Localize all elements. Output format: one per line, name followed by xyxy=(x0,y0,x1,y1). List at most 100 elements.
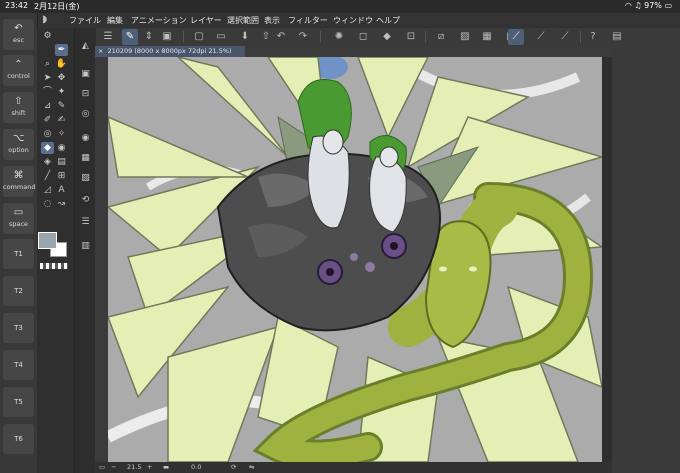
grid-icon[interactable]: ▦ xyxy=(79,152,92,164)
ruler-icon[interactable]: ◿ xyxy=(41,184,54,196)
frame-icon[interactable]: ⊞ xyxy=(55,170,68,182)
pen-icon[interactable]: ✎ xyxy=(55,100,68,112)
menu-layer[interactable]: レイヤー xyxy=(190,15,222,26)
battery-icon: ▭ xyxy=(664,1,672,10)
t5-key[interactable]: T5 xyxy=(3,387,34,417)
correct-line-icon[interactable]: ↝ xyxy=(55,198,68,210)
stack-icon[interactable]: ☰ xyxy=(79,216,92,228)
crop-icon[interactable]: ▦ xyxy=(479,29,495,45)
angle-value[interactable]: 0.0 xyxy=(191,462,201,473)
blend-icon[interactable]: ◉ xyxy=(55,142,68,154)
clear-icon[interactable]: ◻ xyxy=(355,29,371,45)
text-tool-icon[interactable]: A xyxy=(55,184,68,196)
command-icon: ⌘ xyxy=(13,170,24,181)
navigator-icon[interactable]: ▭ xyxy=(99,462,105,473)
menu-help[interactable]: ヘルプ xyxy=(376,15,400,26)
figure-icon[interactable]: ╱ xyxy=(41,170,54,182)
save-icon[interactable]: ⬇ xyxy=(237,29,253,45)
special-ruler-icon[interactable]: ⟋ xyxy=(533,29,549,45)
hand-tool-icon[interactable]: ✋ xyxy=(55,58,68,70)
t1-key[interactable]: T1 xyxy=(3,239,34,269)
menu-file[interactable]: ファイル xyxy=(69,15,101,26)
zoom-tool-icon[interactable]: ⌕ xyxy=(41,58,54,70)
invert-selection-icon[interactable]: ▨ xyxy=(457,29,473,45)
option-key[interactable]: ⌥ option xyxy=(3,129,34,160)
fill-tool-icon[interactable]: ◈ xyxy=(41,156,54,168)
sub-tool-column: ◭ ▣ ⊟ ◎ ◉ ▦ ▧ ⟲ ☰ ▥ xyxy=(74,28,96,473)
control-icon: ⌃ xyxy=(14,59,23,70)
fill-bucket-icon[interactable]: ◭ xyxy=(79,40,92,52)
balloon-icon[interactable]: ◌ xyxy=(41,198,54,210)
eraser-icon[interactable]: ◆ xyxy=(41,142,54,154)
layer-icon[interactable]: ▣ xyxy=(79,68,92,80)
undo-icon[interactable]: ↶ xyxy=(273,29,289,45)
palette-icon[interactable]: ▧ xyxy=(79,172,92,184)
menu-icon[interactable]: ☰ xyxy=(100,29,116,45)
magic-wand-icon[interactable]: ✦ xyxy=(55,86,68,98)
status-indicators: ◠ ♫ 97% ▭ xyxy=(625,1,672,10)
lock-icon[interactable]: ⊟ xyxy=(79,88,92,100)
app-logo-icon[interactable]: ◗ xyxy=(42,14,58,26)
space-icon: ▭ xyxy=(13,207,24,218)
decoration-icon[interactable]: ✧ xyxy=(55,128,68,140)
close-icon[interactable]: × xyxy=(98,47,103,55)
vertical-scrollbar[interactable] xyxy=(602,57,612,462)
t6-key[interactable]: T6 xyxy=(3,424,34,454)
menu-selection[interactable]: 選択範囲 xyxy=(227,15,259,26)
menu-edit[interactable]: 編集 xyxy=(107,15,123,26)
settings-icon[interactable]: ⚙ xyxy=(41,30,54,42)
record-icon[interactable]: ◉ xyxy=(79,132,92,144)
t4-key[interactable]: T4 xyxy=(3,350,34,380)
help-icon[interactable]: ? xyxy=(585,29,601,45)
flip-icon[interactable]: ⇋ xyxy=(249,462,254,473)
menu-filter[interactable]: フィルター xyxy=(288,15,328,26)
eyedropper-icon[interactable]: ⊿ xyxy=(41,100,54,112)
document-tab[interactable]: × 210209 (8000 x 8000px 72dpi 21.5%) xyxy=(95,46,245,57)
menu-animation[interactable]: アニメーション xyxy=(131,15,187,26)
rotate-icon[interactable]: ⟳ xyxy=(231,462,236,473)
command-key[interactable]: ⌘ command xyxy=(3,166,35,197)
book-icon[interactable]: ▥ xyxy=(79,240,92,252)
esc-key[interactable]: ↶ esc xyxy=(3,19,34,50)
t2-key[interactable]: T2 xyxy=(3,276,34,306)
loading-icon[interactable]: ✺ xyxy=(331,29,347,45)
redo-icon[interactable]: ↷ xyxy=(295,29,311,45)
menu-view[interactable]: 表示 xyxy=(264,15,280,26)
pen-mode-icon[interactable]: ✎ xyxy=(122,29,138,45)
main-color-swatch[interactable] xyxy=(38,232,57,249)
deselect-icon[interactable]: ⧄ xyxy=(433,29,449,45)
grid-snap-icon[interactable]: ⟋ xyxy=(557,29,573,45)
shift-key[interactable]: ⇧ shift xyxy=(3,92,34,123)
material-icon[interactable]: ▣ xyxy=(159,29,175,45)
move-tool-icon[interactable]: ✥ xyxy=(55,72,68,84)
new-file-icon[interactable]: ▢ xyxy=(191,29,207,45)
zoom-slider-icon[interactable]: ▬ xyxy=(163,462,169,473)
open-file-icon[interactable]: ▭ xyxy=(213,29,229,45)
settings-icon[interactable]: ▤ xyxy=(609,29,625,45)
export-icon[interactable]: ⇧ xyxy=(258,29,274,45)
ruler-snap-icon[interactable]: ⟋ xyxy=(508,29,524,45)
clock: 23:42 xyxy=(5,1,29,10)
artwork-canvas[interactable] xyxy=(108,57,602,462)
stepper-icon[interactable]: ⇕ xyxy=(141,29,157,45)
circle-icon[interactable]: ◎ xyxy=(79,108,92,120)
pencil-icon[interactable]: ✐ xyxy=(41,114,54,126)
brush-icon[interactable]: ✍ xyxy=(55,114,68,126)
t3-key[interactable]: T3 xyxy=(3,313,34,343)
fill-icon[interactable]: ◆ xyxy=(379,29,395,45)
transform-icon[interactable]: ⊡ xyxy=(403,29,419,45)
menu-window[interactable]: ウィンドウ xyxy=(333,15,373,26)
shift-icon: ⇧ xyxy=(14,96,23,107)
zoom-value[interactable]: 21.5 xyxy=(127,462,141,473)
pen-tool-icon[interactable]: ✒ xyxy=(55,44,68,56)
space-key[interactable]: ▭ space xyxy=(3,203,34,234)
operation-tool-icon[interactable]: ➤ xyxy=(41,72,54,84)
zoom-in-icon[interactable]: + xyxy=(147,462,152,473)
transparent-color-swatch[interactable] xyxy=(40,263,68,269)
lasso-tool-icon[interactable]: ⌒ xyxy=(41,86,54,98)
gradient-icon[interactable]: ▤ xyxy=(55,156,68,168)
zoom-out-icon[interactable]: − xyxy=(111,462,116,473)
airbrush-icon[interactable]: ◎ xyxy=(41,128,54,140)
control-key[interactable]: ⌃ control xyxy=(3,55,34,86)
history-icon[interactable]: ⟲ xyxy=(79,194,92,206)
